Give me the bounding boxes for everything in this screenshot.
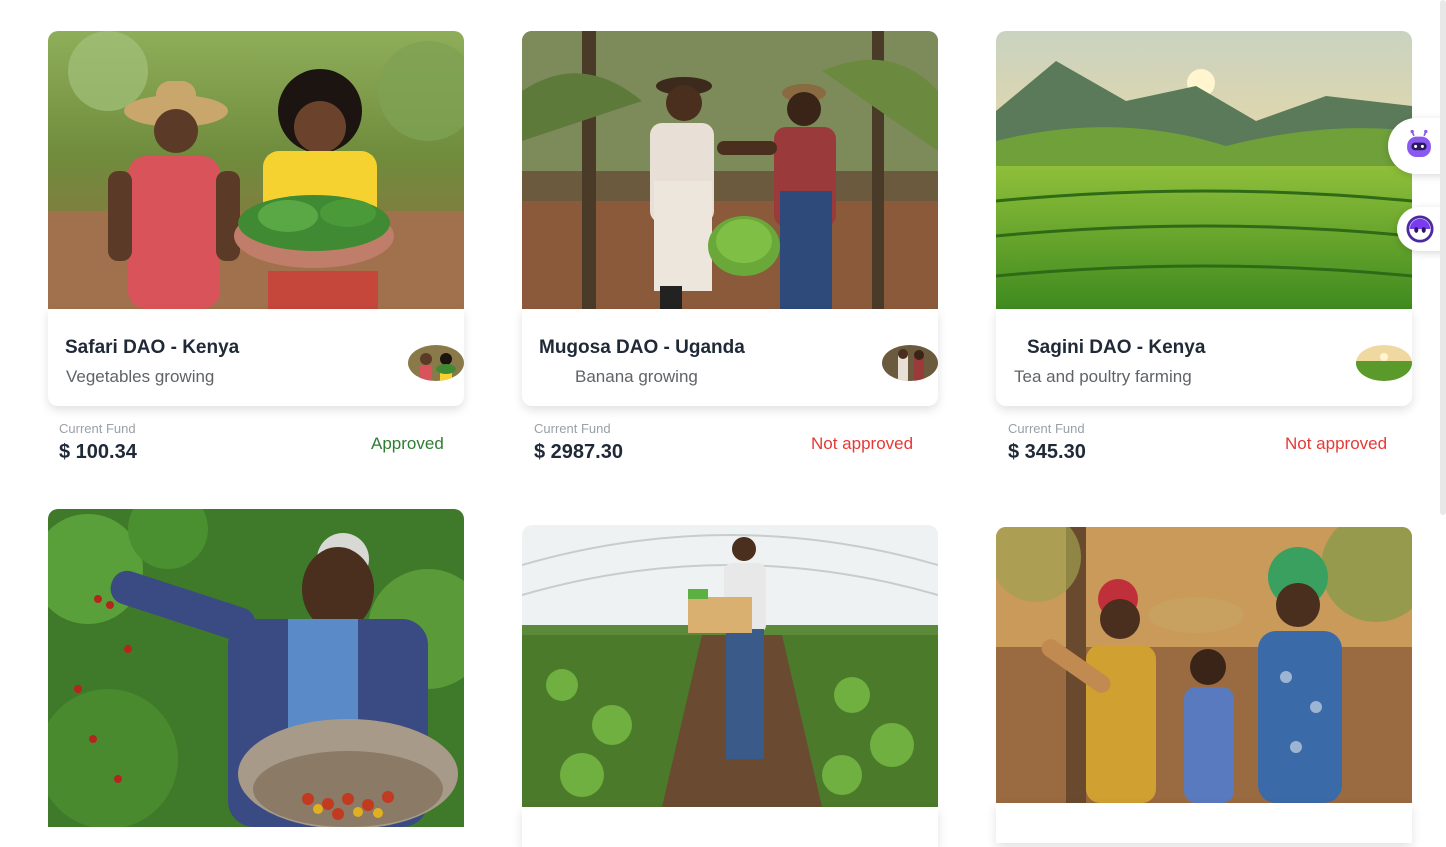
current-fund-value: $ 100.34: [59, 441, 137, 463]
project-avatar: [882, 345, 938, 381]
project-photo-greenhouse-farmer[interactable]: [522, 525, 938, 807]
project-card-coffee[interactable]: [48, 509, 464, 827]
project-title[interactable]: Mugosa DAO - Uganda: [539, 337, 745, 359]
status-badge: Not approved: [1285, 434, 1388, 453]
project-activity: Vegetables growing: [66, 367, 215, 386]
project-card-safari[interactable]: Safari DAO - Kenya Vegetables growing: [48, 31, 464, 471]
current-fund-label: Current Fund: [59, 421, 136, 436]
project-card-mugosa[interactable]: Mugosa DAO - Uganda Banana growing: [522, 31, 938, 471]
project-card-sagini[interactable]: Sagini DAO - Kenya Tea and poultry farmi…: [996, 31, 1412, 471]
project-photo-banana-handshake[interactable]: [522, 31, 938, 309]
project-info: [996, 803, 1412, 843]
project-activity: Tea and poultry farming: [1014, 367, 1192, 386]
project-photo-farmers-vegetables[interactable]: [48, 31, 464, 309]
project-card-greenhouse[interactable]: [522, 525, 938, 847]
assistant-button[interactable]: [1388, 118, 1446, 174]
project-photo-cassava-family[interactable]: [996, 527, 1412, 803]
chat-bot-icon: [1406, 215, 1434, 243]
project-info: Safari DAO - Kenya Vegetables growing: [48, 309, 464, 406]
project-title[interactable]: Safari DAO - Kenya: [65, 337, 239, 359]
current-fund-label: Current Fund: [1008, 421, 1085, 436]
project-card-cassava[interactable]: [996, 527, 1412, 843]
status-badge: Not approved: [811, 434, 914, 453]
project-activity: Banana growing: [575, 367, 698, 386]
page-scrollbar[interactable]: [1440, 0, 1446, 515]
project-photo-tea-plantation[interactable]: [996, 31, 1412, 309]
project-title[interactable]: Sagini DAO - Kenya: [1027, 337, 1205, 359]
current-fund-value: $ 345.30: [1008, 441, 1086, 463]
chat-bot-button[interactable]: [1397, 207, 1446, 251]
project-info: Mugosa DAO - Uganda Banana growing: [522, 309, 938, 406]
project-avatar: [1356, 345, 1412, 381]
current-fund-value: $ 2987.30: [534, 441, 623, 463]
current-fund-label: Current Fund: [534, 421, 611, 436]
project-photo-coffee-picker[interactable]: [48, 509, 464, 827]
status-badge: Approved: [371, 434, 444, 453]
project-avatar: [408, 345, 464, 381]
project-info: Sagini DAO - Kenya Tea and poultry farmi…: [996, 309, 1412, 406]
project-info: [522, 807, 938, 847]
robot-icon: [1407, 129, 1431, 158]
